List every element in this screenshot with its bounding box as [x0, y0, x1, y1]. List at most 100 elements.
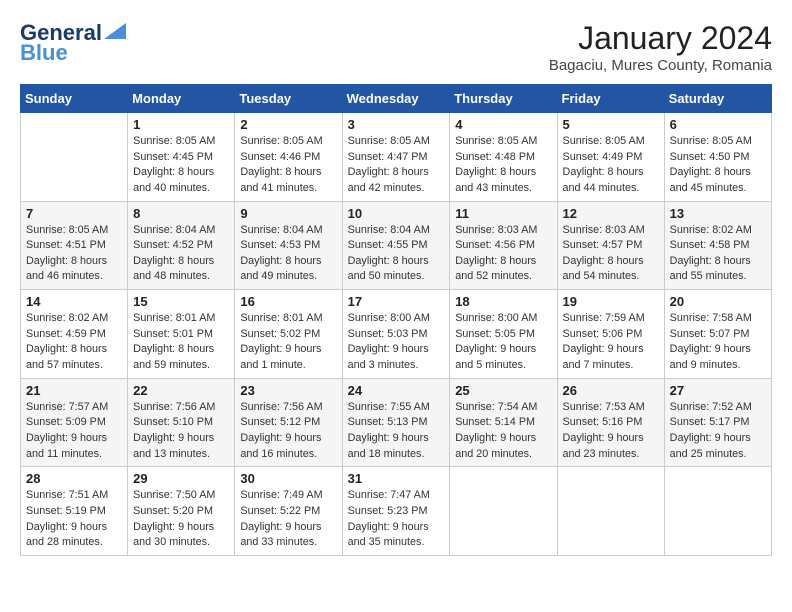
day-info: Sunrise: 7:57 AM Sunset: 5:09 PM Dayligh… [26, 400, 122, 463]
header-day-sunday: Sunday [21, 85, 128, 113]
day-number: 7 [26, 206, 122, 221]
day-number: 9 [240, 206, 336, 221]
calendar-cell: 11 Sunrise: 8:03 AM Sunset: 4:56 PM Dayli… [450, 201, 557, 290]
day-number: 1 [133, 117, 229, 132]
header-day-tuesday: Tuesday [235, 85, 342, 113]
calendar-cell: 23Sunrise: 7:56 AM Sunset: 5:12 PM Dayli… [235, 378, 342, 467]
day-info: Sunrise: 8:04 AM Sunset: 4:55 PM Dayligh… [348, 223, 445, 286]
day-number: 12 [563, 206, 659, 221]
day-number: 18 [455, 294, 551, 309]
header: General Blue January 2024 Bagaciu, Mures… [20, 20, 772, 74]
day-info: Sunrise: 8:04 AM Sunset: 4:53 PM Dayligh… [240, 223, 336, 286]
calendar-cell: 24 Sunrise: 7:55 AM Sunset: 5:13 PM Dayli… [342, 378, 450, 467]
day-number: 15 [133, 294, 229, 309]
calendar-table: SundayMondayTuesdayWednesdayThursdayFrid… [20, 84, 772, 556]
day-number: 5 [563, 117, 659, 132]
day-info: Sunrise: 8:05 AM Sunset: 4:47 PM Dayligh… [348, 134, 445, 197]
day-number: 10 [348, 206, 445, 221]
calendar-cell: 21 Sunrise: 7:57 AM Sunset: 5:09 PM Dayli… [21, 378, 128, 467]
week-row-5: 28Sunrise: 7:51 AM Sunset: 5:19 PM Dayli… [21, 467, 772, 556]
day-info: Sunrise: 7:47 AM Sunset: 5:23 PM Dayligh… [348, 488, 445, 551]
logo-blue: Blue [20, 40, 68, 66]
day-number: 21 [26, 383, 122, 398]
day-number: 17 [348, 294, 445, 309]
header-day-friday: Friday [557, 85, 664, 113]
day-info: Sunrise: 8:02 AM Sunset: 4:58 PM Dayligh… [670, 223, 766, 286]
day-info: Sunrise: 7:49 AM Sunset: 5:22 PM Dayligh… [240, 488, 336, 551]
day-info: Sunrise: 8:03 AM Sunset: 4:56 PM Dayligh… [455, 223, 551, 286]
calendar-cell: 3 Sunrise: 8:05 AM Sunset: 4:47 PM Daylig… [342, 113, 450, 202]
day-number: 16 [240, 294, 336, 309]
day-number: 23 [240, 383, 336, 398]
day-info: Sunrise: 7:55 AM Sunset: 5:13 PM Dayligh… [348, 400, 445, 463]
calendar-cell: 9 Sunrise: 8:04 AM Sunset: 4:53 PM Daylig… [235, 201, 342, 290]
calendar-subtitle: Bagaciu, Mures County, Romania [549, 57, 772, 74]
day-info: Sunrise: 8:02 AM Sunset: 4:59 PM Dayligh… [26, 311, 122, 374]
header-day-saturday: Saturday [664, 85, 771, 113]
calendar-cell: 2Sunrise: 8:05 AM Sunset: 4:46 PM Daylig… [235, 113, 342, 202]
calendar-cell: 26 Sunrise: 7:53 AM Sunset: 5:16 PM Dayli… [557, 378, 664, 467]
day-number: 8 [133, 206, 229, 221]
week-row-2: 7 Sunrise: 8:05 AM Sunset: 4:51 PM Daylig… [21, 201, 772, 290]
day-info: Sunrise: 7:51 AM Sunset: 5:19 PM Dayligh… [26, 488, 122, 551]
calendar-cell: 1 Sunrise: 8:05 AM Sunset: 4:45 PM Daylig… [128, 113, 235, 202]
day-number: 27 [670, 383, 766, 398]
week-row-1: 1 Sunrise: 8:05 AM Sunset: 4:45 PM Daylig… [21, 113, 772, 202]
calendar-cell: 10 Sunrise: 8:04 AM Sunset: 4:55 PM Dayli… [342, 201, 450, 290]
day-info: Sunrise: 7:50 AM Sunset: 5:20 PM Dayligh… [133, 488, 229, 551]
day-info: Sunrise: 8:01 AM Sunset: 5:02 PM Dayligh… [240, 311, 336, 374]
calendar-cell: 16 Sunrise: 8:01 AM Sunset: 5:02 PM Dayli… [235, 290, 342, 379]
day-info: Sunrise: 7:53 AM Sunset: 5:16 PM Dayligh… [563, 400, 659, 463]
day-number: 20 [670, 294, 766, 309]
day-info: Sunrise: 8:04 AM Sunset: 4:52 PM Dayligh… [133, 223, 229, 286]
calendar-cell: 20Sunrise: 7:58 AM Sunset: 5:07 PM Dayli… [664, 290, 771, 379]
day-info: Sunrise: 8:05 AM Sunset: 4:51 PM Dayligh… [26, 223, 122, 286]
day-number: 3 [348, 117, 445, 132]
calendar-cell: 5 Sunrise: 8:05 AM Sunset: 4:49 PM Daylig… [557, 113, 664, 202]
calendar-cell: 28Sunrise: 7:51 AM Sunset: 5:19 PM Dayli… [21, 467, 128, 556]
day-number: 19 [563, 294, 659, 309]
day-number: 14 [26, 294, 122, 309]
calendar-cell: 12 Sunrise: 8:03 AM Sunset: 4:57 PM Dayli… [557, 201, 664, 290]
title-area: January 2024 Bagaciu, Mures County, Roma… [549, 20, 772, 74]
calendar-cell: 17Sunrise: 8:00 AM Sunset: 5:03 PM Dayli… [342, 290, 450, 379]
calendar-cell: 7 Sunrise: 8:05 AM Sunset: 4:51 PM Daylig… [21, 201, 128, 290]
header-day-thursday: Thursday [450, 85, 557, 113]
day-info: Sunrise: 7:59 AM Sunset: 5:06 PM Dayligh… [563, 311, 659, 374]
day-info: Sunrise: 8:05 AM Sunset: 4:48 PM Dayligh… [455, 134, 551, 197]
day-number: 31 [348, 471, 445, 486]
calendar-cell: 8 Sunrise: 8:04 AM Sunset: 4:52 PM Daylig… [128, 201, 235, 290]
calendar-cell: 15 Sunrise: 8:01 AM Sunset: 5:01 PM Dayli… [128, 290, 235, 379]
day-info: Sunrise: 8:05 AM Sunset: 4:49 PM Dayligh… [563, 134, 659, 197]
day-info: Sunrise: 8:00 AM Sunset: 5:05 PM Dayligh… [455, 311, 551, 374]
calendar-title: January 2024 [549, 20, 772, 57]
week-row-3: 14 Sunrise: 8:02 AM Sunset: 4:59 PM Dayli… [21, 290, 772, 379]
calendar-cell: 22 Sunrise: 7:56 AM Sunset: 5:10 PM Dayli… [128, 378, 235, 467]
day-number: 11 [455, 206, 551, 221]
week-row-4: 21 Sunrise: 7:57 AM Sunset: 5:09 PM Dayli… [21, 378, 772, 467]
day-info: Sunrise: 8:05 AM Sunset: 4:50 PM Dayligh… [670, 134, 766, 197]
day-number: 29 [133, 471, 229, 486]
day-info: Sunrise: 8:03 AM Sunset: 4:57 PM Dayligh… [563, 223, 659, 286]
calendar-cell: 4Sunrise: 8:05 AM Sunset: 4:48 PM Daylig… [450, 113, 557, 202]
day-info: Sunrise: 7:56 AM Sunset: 5:10 PM Dayligh… [133, 400, 229, 463]
calendar-cell: 6Sunrise: 8:05 AM Sunset: 4:50 PM Daylig… [664, 113, 771, 202]
logo-icon [104, 23, 126, 39]
day-number: 26 [563, 383, 659, 398]
calendar-cell: 27Sunrise: 7:52 AM Sunset: 5:17 PM Dayli… [664, 378, 771, 467]
day-info: Sunrise: 8:05 AM Sunset: 4:45 PM Dayligh… [133, 134, 229, 197]
day-number: 2 [240, 117, 336, 132]
calendar-cell [557, 467, 664, 556]
calendar-cell [21, 113, 128, 202]
calendar-cell [664, 467, 771, 556]
calendar-cell: 30Sunrise: 7:49 AM Sunset: 5:22 PM Dayli… [235, 467, 342, 556]
calendar-cell: 19 Sunrise: 7:59 AM Sunset: 5:06 PM Dayli… [557, 290, 664, 379]
header-day-monday: Monday [128, 85, 235, 113]
day-info: Sunrise: 7:54 AM Sunset: 5:14 PM Dayligh… [455, 400, 551, 463]
calendar-cell [450, 467, 557, 556]
calendar-cell: 25Sunrise: 7:54 AM Sunset: 5:14 PM Dayli… [450, 378, 557, 467]
day-number: 22 [133, 383, 229, 398]
day-number: 24 [348, 383, 445, 398]
day-info: Sunrise: 8:01 AM Sunset: 5:01 PM Dayligh… [133, 311, 229, 374]
day-number: 13 [670, 206, 766, 221]
